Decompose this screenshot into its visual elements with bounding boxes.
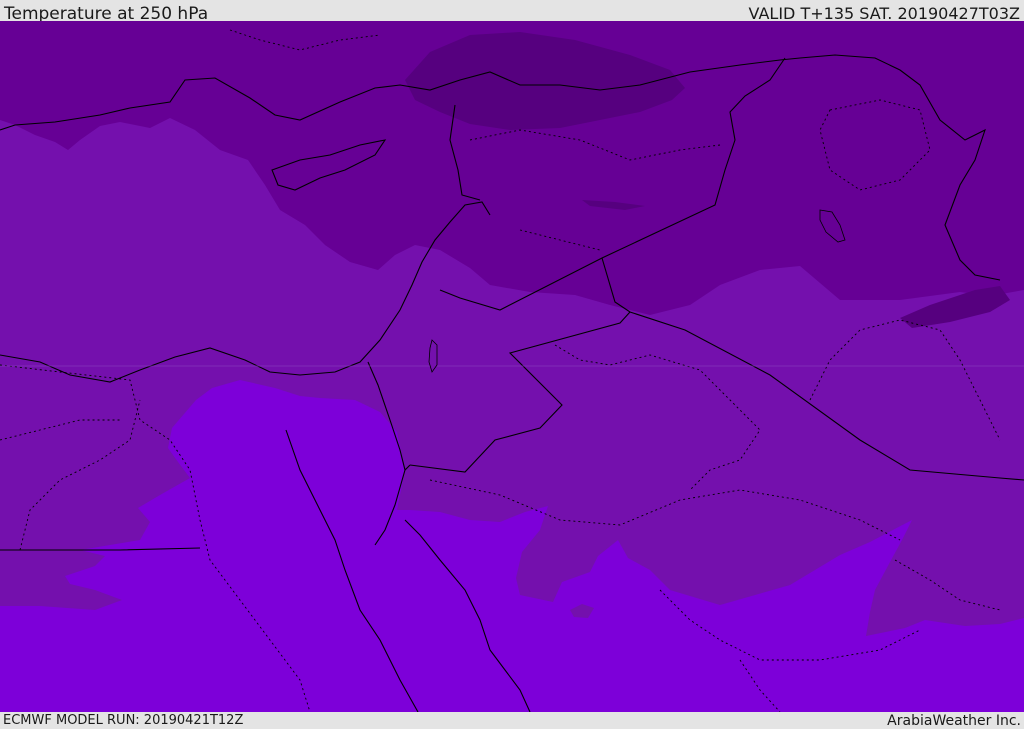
- brand-credit: ArabiaWeather Inc.: [887, 713, 1021, 729]
- map-canvas: [0, 21, 1024, 712]
- header-bar: Temperature at 250 hPa VALID T+135 SAT. …: [0, 0, 1024, 24]
- footer-bar: ECMWF MODEL RUN: 20190421T12Z ArabiaWeat…: [0, 712, 1024, 729]
- model-run-label: ECMWF MODEL RUN: 20190421T12Z: [3, 713, 244, 728]
- weather-map[interactable]: [0, 21, 1024, 712]
